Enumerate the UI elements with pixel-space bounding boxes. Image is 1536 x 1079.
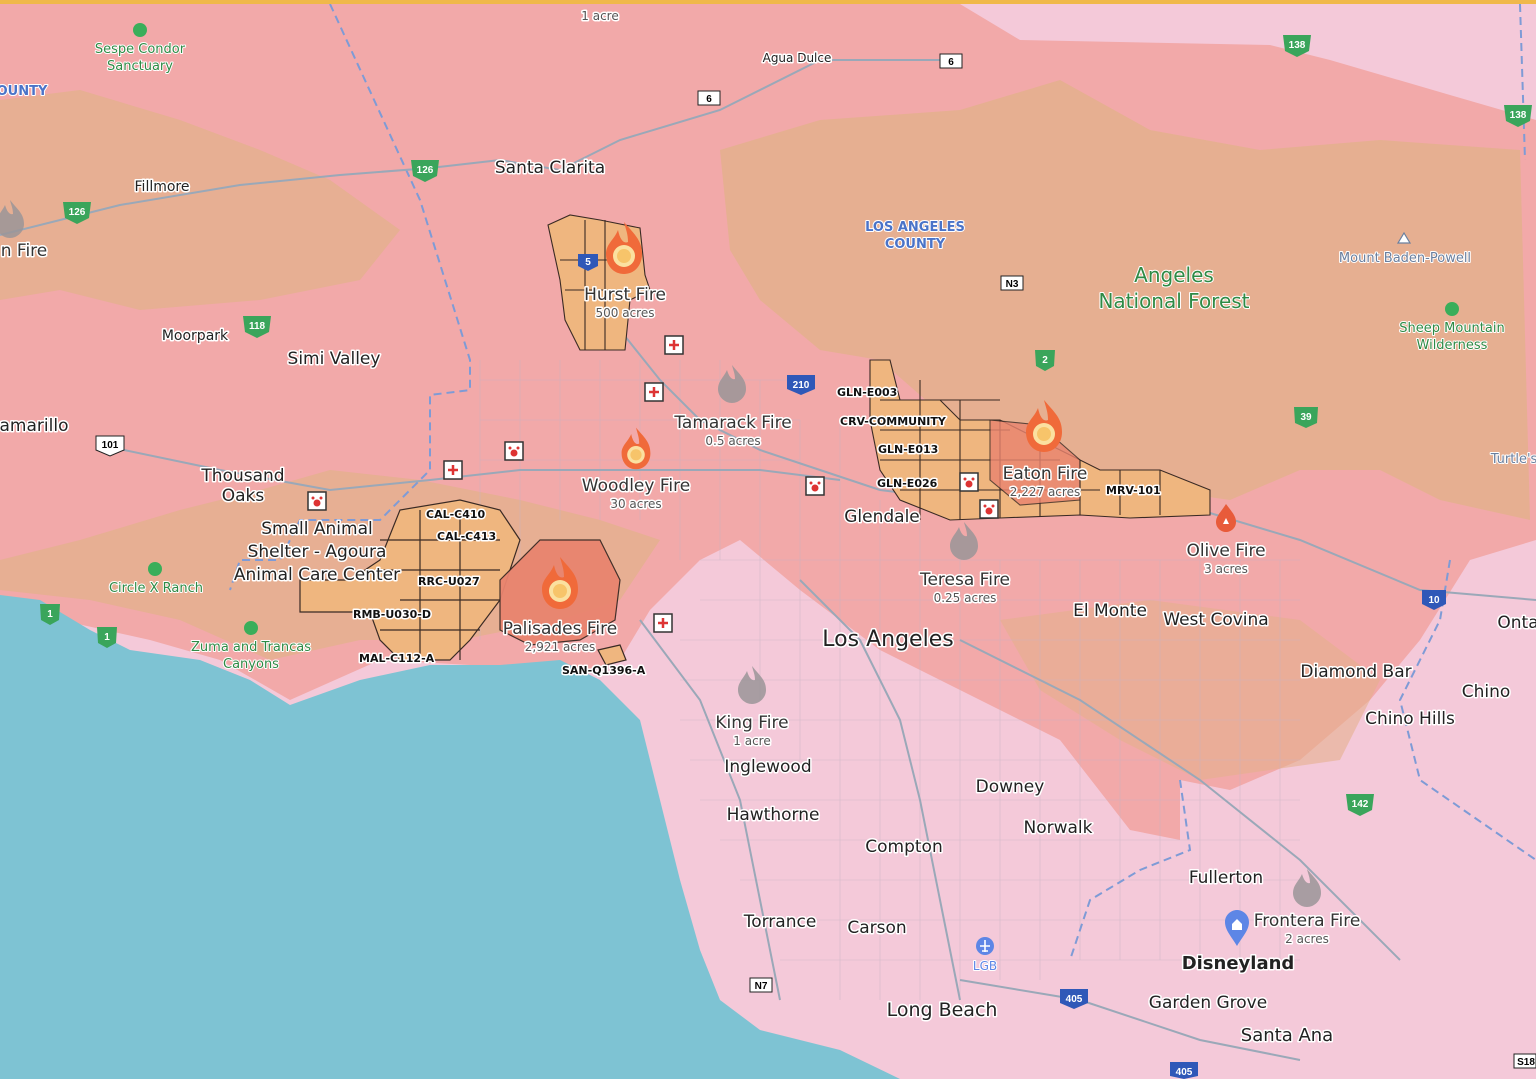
county-label: OUNTY bbox=[0, 84, 48, 99]
zone-code-label[interactable]: SAN-Q1396-A bbox=[561, 663, 648, 679]
city-label: Diamond Bar bbox=[1300, 662, 1411, 682]
animal-shelter-icon[interactable] bbox=[959, 472, 979, 492]
animal-shelter-icon[interactable] bbox=[504, 441, 524, 461]
zone-code-label[interactable]: CAL-C413 bbox=[436, 529, 498, 545]
fire-name-label[interactable]: King Fire bbox=[714, 712, 790, 735]
airport-icon[interactable] bbox=[976, 937, 994, 955]
city-label: West Covina bbox=[1163, 610, 1268, 630]
fire-acres-label: 2 acres bbox=[1285, 932, 1329, 946]
city-label: Chino Hills bbox=[1365, 709, 1455, 729]
svg-text:1: 1 bbox=[104, 632, 110, 643]
svg-text:118: 118 bbox=[249, 321, 266, 332]
fire-acres-label: 1 acre bbox=[733, 734, 770, 748]
city-label: Compton bbox=[865, 837, 942, 857]
animal-shelter-icon[interactable] bbox=[307, 491, 327, 511]
airport-label: LGB bbox=[973, 959, 997, 973]
city-label: Carson bbox=[847, 918, 906, 938]
city-label: Torrance bbox=[743, 912, 817, 932]
city-label: Agua Dulce bbox=[763, 51, 832, 65]
svg-text:5: 5 bbox=[585, 257, 591, 268]
city-label: amarillo bbox=[0, 416, 68, 436]
svg-text:N7: N7 bbox=[755, 981, 768, 992]
park-marker-icon[interactable] bbox=[1445, 302, 1459, 316]
zone-code-label[interactable]: MAL-C112-A bbox=[358, 651, 437, 667]
city-label: Hawthorne bbox=[727, 805, 820, 825]
city-label: Downey bbox=[976, 777, 1045, 797]
fire-name-label[interactable]: Palisades Fire bbox=[501, 618, 618, 641]
fire-acres-label: 1 acre bbox=[581, 9, 618, 23]
city-label: Moorpark bbox=[162, 328, 229, 344]
city-label: Santa Ana bbox=[1241, 1025, 1333, 1046]
park-marker-icon[interactable] bbox=[148, 562, 162, 576]
zone-code-label[interactable]: MRV-101 bbox=[1105, 483, 1163, 499]
medical-icon[interactable] bbox=[664, 335, 684, 355]
park-marker-icon[interactable] bbox=[133, 23, 147, 37]
svg-text:126: 126 bbox=[69, 207, 86, 218]
zone-code-label[interactable]: RRC-U027 bbox=[417, 574, 482, 590]
svg-text:S18: S18 bbox=[1517, 1057, 1535, 1068]
city-label: Glendale bbox=[844, 507, 920, 527]
fire-acres-label: 0.25 acres bbox=[934, 591, 997, 605]
fire-acres-label: 30 acres bbox=[610, 497, 661, 511]
poi-label: Disneyland bbox=[1182, 953, 1295, 974]
medical-icon[interactable] bbox=[653, 613, 673, 633]
fire-acres-label: 2,227 acres bbox=[1010, 485, 1080, 499]
medical-icon[interactable] bbox=[443, 460, 463, 480]
city-label: Long Beach bbox=[887, 999, 998, 1021]
animal-shelter-icon[interactable] bbox=[979, 499, 999, 519]
city-label: Norwalk bbox=[1024, 818, 1093, 838]
fire-name-label[interactable]: Frontera Fire bbox=[1252, 910, 1362, 933]
park-label: Circle X Ranch bbox=[109, 581, 203, 596]
fire-name-label[interactable]: Hurst Fire bbox=[583, 284, 668, 307]
fire-acres-label: 0.5 acres bbox=[705, 434, 760, 448]
fire-name-label[interactable]: Tamarack Fire bbox=[672, 412, 793, 435]
city-label: Onta bbox=[1497, 613, 1536, 633]
svg-text:N3: N3 bbox=[1006, 279, 1019, 290]
zone-code-label[interactable]: GLN-E026 bbox=[876, 476, 940, 492]
city-label: Santa Clarita bbox=[495, 158, 605, 178]
svg-text:6: 6 bbox=[948, 57, 954, 68]
svg-text:405: 405 bbox=[1066, 994, 1083, 1005]
svg-text:39: 39 bbox=[1300, 412, 1312, 423]
fire-name-label[interactable]: n Fire bbox=[0, 240, 49, 263]
park-marker-icon[interactable] bbox=[244, 621, 258, 635]
city-label: Fillmore bbox=[135, 179, 190, 195]
svg-text:126: 126 bbox=[417, 165, 434, 176]
city-label-major: Los Angeles bbox=[822, 627, 953, 652]
fire-name-label[interactable]: Woodley Fire bbox=[580, 475, 691, 498]
svg-text:138: 138 bbox=[1289, 40, 1306, 51]
zone-code-label[interactable]: CAL-C410 bbox=[425, 507, 488, 523]
top-border bbox=[0, 0, 1536, 4]
fire-name-label[interactable]: Eaton Fire bbox=[1001, 463, 1089, 486]
fire-acres-label: 500 acres bbox=[596, 306, 655, 320]
wildfire-map[interactable]: 6 6 126 126 118 101 210 N3 2 39 138 138 … bbox=[0, 0, 1536, 1079]
svg-text:138: 138 bbox=[1510, 110, 1527, 121]
fire-name-label[interactable]: Olive Fire bbox=[1185, 540, 1267, 563]
city-label: Garden Grove bbox=[1149, 993, 1267, 1013]
svg-text:10: 10 bbox=[1428, 595, 1440, 606]
animal-shelter-icon[interactable] bbox=[805, 476, 825, 496]
zone-code-label[interactable]: GLN-E003 bbox=[836, 385, 899, 401]
fire-acres-label: 3 acres bbox=[1204, 562, 1248, 576]
city-label: El Monte bbox=[1073, 601, 1147, 621]
svg-text:1: 1 bbox=[47, 609, 53, 620]
zone-code-label[interactable]: CRV-COMMUNITY bbox=[839, 414, 949, 430]
city-label: Chino bbox=[1462, 682, 1511, 702]
zone-code-label[interactable]: GLN-E013 bbox=[877, 442, 940, 458]
city-label: Simi Valley bbox=[288, 349, 381, 369]
svg-text:142: 142 bbox=[1352, 799, 1369, 810]
fire-acres-label: 2,921 acres bbox=[525, 640, 595, 654]
medical-icon[interactable] bbox=[644, 382, 664, 402]
peak-label: Mount Baden-Powell bbox=[1339, 251, 1471, 266]
city-label: Fullerton bbox=[1189, 868, 1263, 888]
zone-code-label[interactable]: RMB-U030-D bbox=[352, 607, 433, 623]
svg-text:101: 101 bbox=[102, 440, 119, 451]
svg-text:405: 405 bbox=[1176, 1067, 1193, 1078]
fire-name-label[interactable]: Teresa Fire bbox=[917, 569, 1011, 592]
svg-text:210: 210 bbox=[793, 380, 810, 391]
poi-label: Turtle's bbox=[1490, 452, 1536, 467]
svg-text:2: 2 bbox=[1042, 355, 1048, 366]
city-label: Inglewood bbox=[724, 757, 811, 777]
svg-text:6: 6 bbox=[706, 94, 712, 105]
